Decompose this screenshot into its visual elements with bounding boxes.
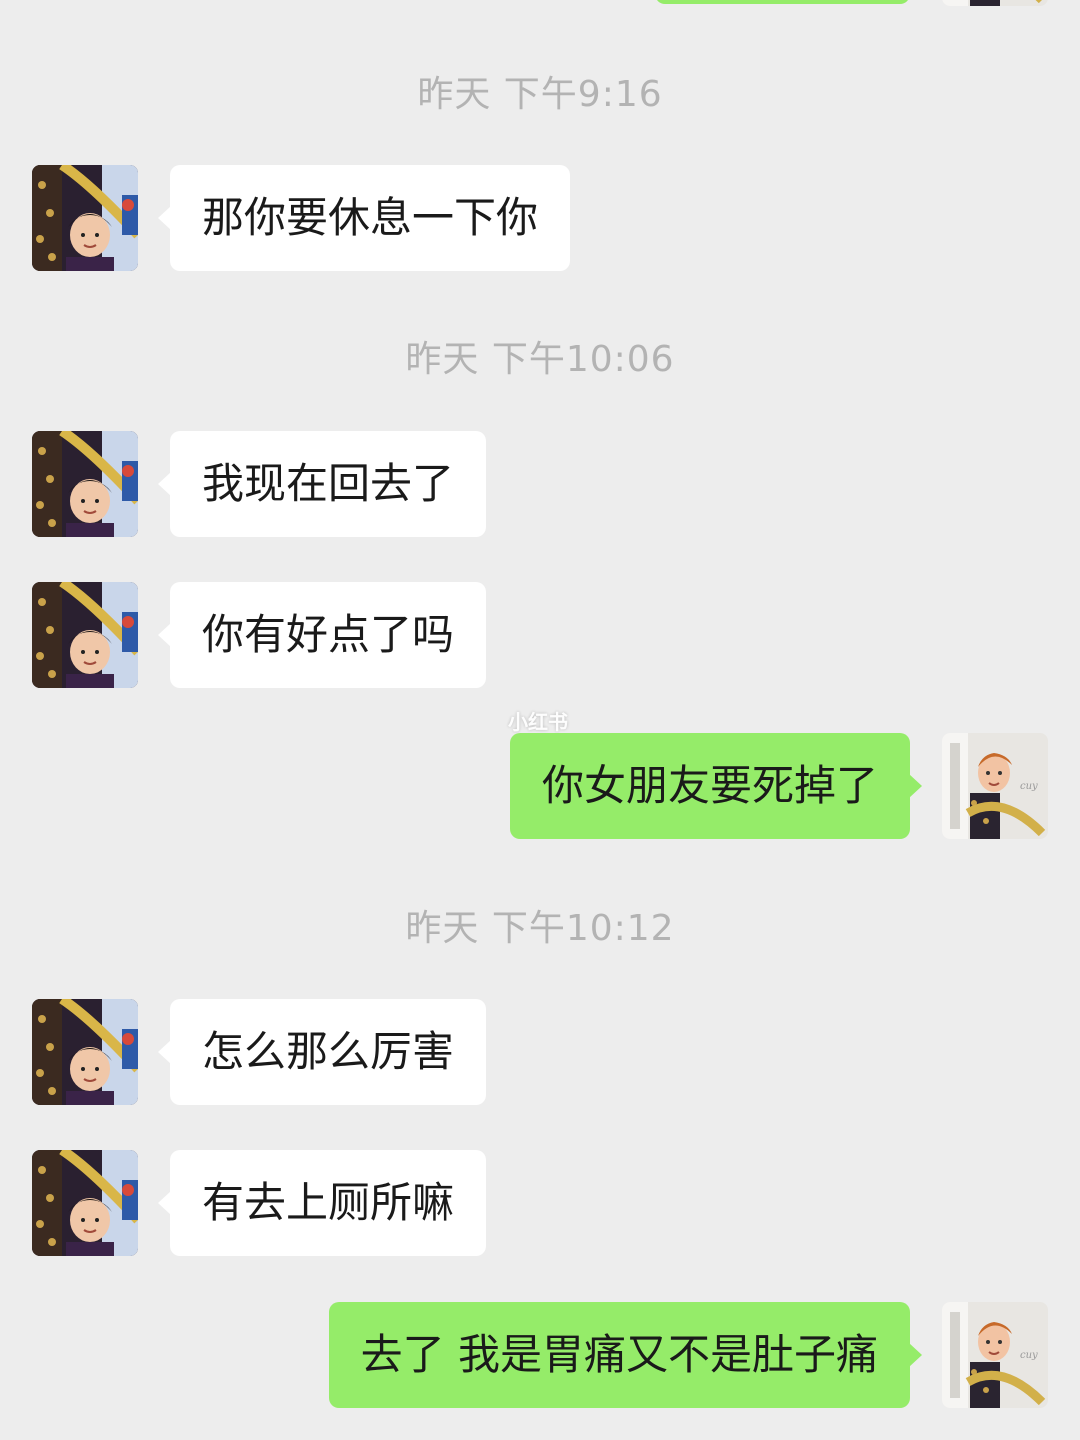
previous-sent-bubble[interactable] [655, 0, 910, 4]
sent-message-bubble[interactable]: 去了 我是胃痛又不是肚子痛 [328, 1302, 923, 1408]
sent-message-bubble[interactable]: 你女朋友要死掉了 [509, 733, 923, 839]
contact-avatar[interactable] [32, 165, 138, 271]
timestamp: 昨天 下午10:12 [405, 908, 675, 949]
timestamp: 昨天 下午10:06 [405, 339, 675, 380]
contact-avatar[interactable] [32, 1150, 138, 1256]
xiaohongshu-watermark: 小红书 [508, 710, 568, 734]
received-message-bubble[interactable]: 我现在回去了 [157, 431, 487, 537]
contact-avatar[interactable] [32, 999, 138, 1105]
self-avatar[interactable] [942, 1302, 1048, 1408]
received-message-bubble[interactable]: 有去上厕所嘛 [157, 1150, 487, 1256]
self-avatar[interactable] [942, 733, 1048, 839]
contact-avatar[interactable] [32, 582, 138, 688]
received-message-bubble[interactable]: 怎么那么厉害 [157, 999, 487, 1105]
received-message-bubble[interactable]: 那你要休息一下你 [157, 165, 571, 271]
contact-avatar[interactable] [32, 431, 138, 537]
received-message-bubble[interactable]: 你有好点了吗 [157, 582, 487, 688]
timestamp: 昨天 下午9:16 [417, 74, 663, 115]
self-avatar[interactable] [942, 0, 1048, 6]
